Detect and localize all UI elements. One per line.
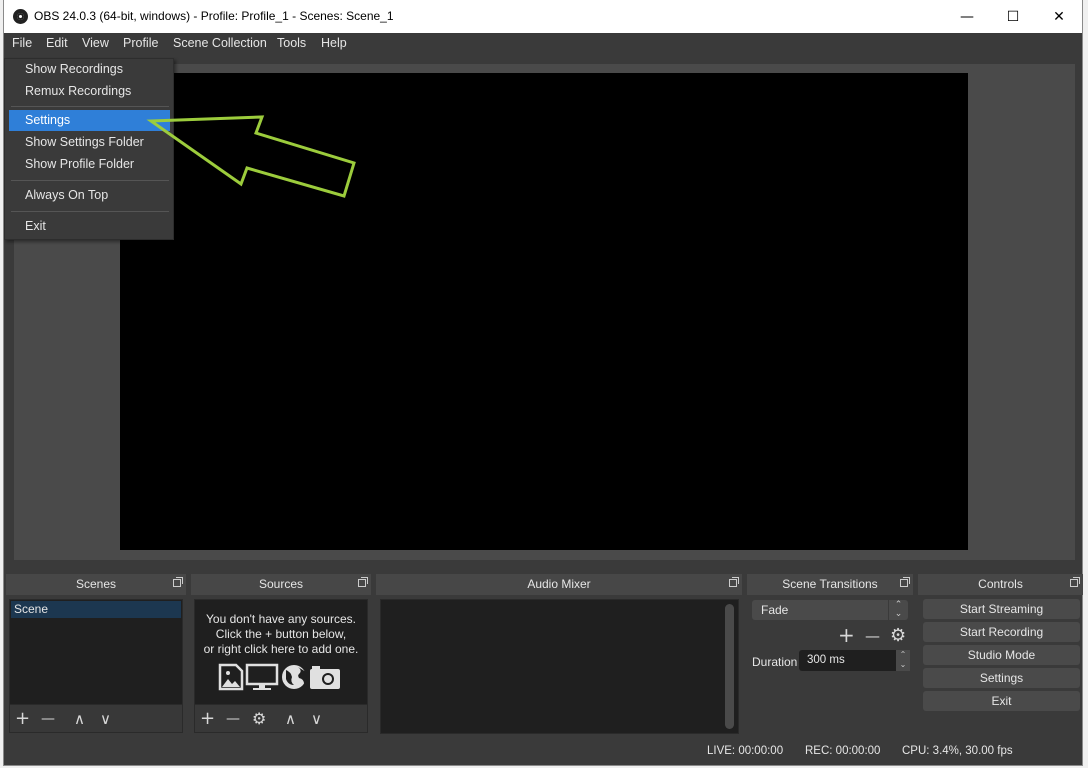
move-scene-up-icon[interactable]: ∧ [74,710,85,728]
duration-label: Duration [752,655,798,669]
sources-title: Sources [258,577,304,591]
live-status: LIVE: 00:00:00 [707,745,784,757]
scene-transitions-dock-title: Scene Transitions [747,574,913,595]
source-icons-svg [218,663,340,691]
sources-empty-message: You don't have any sources. Click the + … [195,612,367,657]
exit-button[interactable]: Exit [923,691,1080,711]
remove-scene-icon[interactable]: — [41,711,55,727]
studio-mode-button[interactable]: Studio Mode [923,645,1080,665]
file-menu-dropdown: Show Recordings Remux Recordings Setting… [4,58,174,240]
scenes-dock-title: Scenes [6,574,186,595]
menu-tools[interactable]: Tools [277,36,306,50]
controls-title: Controls [978,577,1023,591]
menu-help[interactable]: Help [321,36,347,50]
scene-list-item[interactable]: Scene [11,601,181,618]
scene-transitions-dock: Scene Transitions Fade ⌃ ⌄ + — ⚙ Duration… [747,574,913,738]
transition-select-value: Fade [761,603,789,617]
menu-item-settings[interactable]: Settings [9,110,170,131]
audio-mixer-dock-title: Audio Mixer [376,574,742,595]
obs-logo-icon [13,9,28,24]
duration-spinbox[interactable]: 300 ms ⌃ ⌄ [799,650,910,671]
add-scene-icon[interactable]: + [15,708,30,729]
camera-icon [310,666,340,689]
close-icon: ✕ [1053,8,1065,25]
move-scene-down-icon[interactable]: ∨ [100,710,111,728]
float-dock-icon[interactable] [900,577,910,587]
image-icon [218,663,244,691]
sources-dock-title: Sources [191,574,371,595]
maximize-icon: ☐ [1006,8,1020,25]
select-updown-icon: ⌃ ⌄ [888,600,908,620]
rec-status: REC: 00:00:00 [805,745,881,757]
source-properties-gear-icon[interactable]: ⚙ [252,709,266,728]
remove-transition-icon[interactable]: — [865,627,880,645]
sources-toolbar: + — ⚙ ∧ ∨ [194,705,368,733]
controls-dock-title: Controls [918,574,1083,595]
float-dock-icon[interactable] [358,577,368,587]
audio-mixer-panel [380,599,739,734]
settings-button[interactable]: Settings [923,668,1080,688]
title-bar: OBS 24.0.3 (64-bit, windows) - Profile: … [4,0,1082,33]
minimize-icon: — [960,8,974,25]
start-recording-button[interactable]: Start Recording [923,622,1080,642]
window-title: OBS 24.0.3 (64-bit, windows) - Profile: … [34,9,394,23]
menu-edit[interactable]: Edit [46,36,68,50]
menu-view[interactable]: View [82,36,109,50]
menu-scene-collection[interactable]: Scene Collection [173,36,267,50]
duration-value: 300 ms [807,654,845,666]
add-transition-icon[interactable]: + [838,623,855,647]
move-source-up-icon[interactable]: ∧ [285,710,296,728]
float-dock-icon[interactable] [173,577,183,587]
scenes-list[interactable]: Scene [9,599,183,705]
sources-dock: Sources You don't have any sources. Clic… [191,574,371,738]
minimize-button[interactable]: — [944,0,990,33]
menu-item-show-settings-folder[interactable]: Show Settings Folder [9,132,170,153]
menu-item-remux-recordings[interactable]: Remux Recordings [9,81,170,102]
menu-bar: File Edit View Profile Scene Collection … [4,33,1082,55]
scenes-toolbar: + — ∧ ∨ [9,705,183,733]
scenes-title: Scenes [75,577,117,591]
start-streaming-button[interactable]: Start Streaming [923,599,1080,619]
maximize-button[interactable]: ☐ [990,0,1036,33]
menu-profile[interactable]: Profile [123,36,158,50]
transition-select[interactable]: Fade ⌃ ⌄ [752,600,908,620]
float-dock-icon[interactable] [1070,577,1080,587]
empty-line-1: You don't have any sources. [206,612,356,626]
scenes-dock: Scenes Scene + — ∧ ∨ [6,574,186,738]
cpu-status: CPU: 3.4%, 30.00 fps [902,745,1013,757]
menu-separator [11,211,169,212]
float-dock-icon[interactable] [729,577,739,587]
menu-item-exit[interactable]: Exit [9,216,170,237]
menu-item-show-recordings[interactable]: Show Recordings [9,59,170,80]
menu-item-show-profile-folder[interactable]: Show Profile Folder [9,154,170,175]
add-source-icon[interactable]: + [200,708,215,729]
audio-mixer-dock: Audio Mixer [376,574,742,738]
sources-list[interactable]: You don't have any sources. Click the + … [194,599,368,705]
remove-source-icon[interactable]: — [226,711,240,727]
menu-separator [11,106,169,107]
close-button[interactable]: ✕ [1036,0,1082,33]
controls-dock: Controls Start Streaming Start Recording… [918,574,1083,738]
move-source-down-icon[interactable]: ∨ [311,710,322,728]
display-icon [245,663,279,690]
transition-properties-gear-icon[interactable]: ⚙ [890,625,906,646]
menu-item-always-on-top[interactable]: Always On Top [9,185,170,206]
scene-transitions-title: Scene Transitions [782,577,878,591]
spin-updown-icon[interactable]: ⌃ ⌄ [896,650,910,671]
source-type-icons [195,663,367,697]
audio-mixer-title: Audio Mixer [527,577,591,591]
preview-canvas[interactable] [120,73,968,550]
empty-line-2: Click the + button below, [215,627,347,641]
menu-separator [11,180,169,181]
menu-file[interactable]: File [12,36,32,50]
globe-icon [282,665,307,689]
audio-mixer-scrollbar[interactable] [725,604,734,729]
empty-line-3: or right click here to add one. [203,642,359,656]
